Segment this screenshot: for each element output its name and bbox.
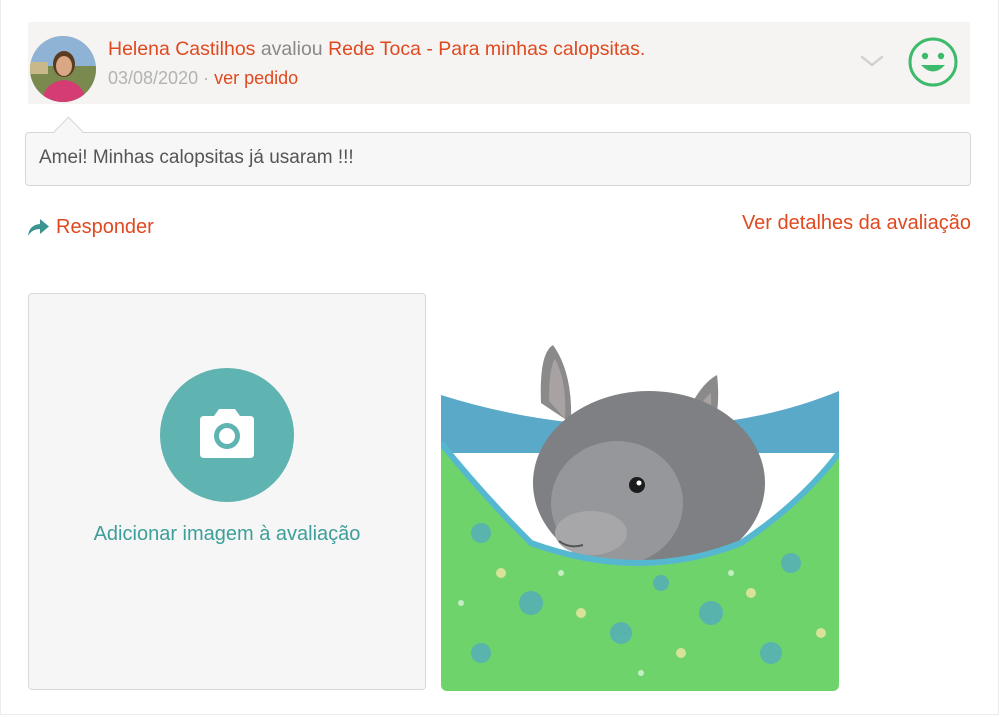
action-word: avaliou xyxy=(255,38,329,60)
add-image-button[interactable]: Adicionar imagem à avaliação xyxy=(28,293,426,690)
reviewer-name[interactable]: Helena Castilhos xyxy=(108,38,255,60)
camera-circle xyxy=(160,368,294,502)
meta-separator: · xyxy=(198,68,215,88)
reply-label: Responder xyxy=(56,216,154,238)
review-title-line: Helena Castilhos avaliou Rede Toca - Par… xyxy=(108,36,645,62)
avatar[interactable] xyxy=(30,36,96,102)
camera-icon xyxy=(200,409,254,458)
review-card: Helena Castilhos avaliou Rede Toca - Par… xyxy=(0,0,1000,717)
review-meta-line: 03/08/2020 · ver pedido xyxy=(108,66,298,90)
reply-arrow-icon xyxy=(28,219,49,236)
comment-bubble: Amei! Minhas calopsitas já usaram !!! xyxy=(25,116,971,186)
chevron-down-icon[interactable] xyxy=(860,52,884,70)
review-date: 03/08/2020 xyxy=(108,68,199,88)
chinchilla-hammock-image xyxy=(441,345,839,691)
review-header: Helena Castilhos avaliou Rede Toca - Par… xyxy=(28,22,970,104)
avatar-image xyxy=(30,36,96,102)
product-link[interactable]: Rede Toca - Para minhas calopsitas. xyxy=(328,38,645,60)
review-photo[interactable] xyxy=(441,333,839,691)
comment-text: Amei! Minhas calopsitas já usaram !!! xyxy=(39,147,354,168)
order-link[interactable]: ver pedido xyxy=(214,68,298,88)
add-image-label: Adicionar imagem à avaliação xyxy=(93,523,361,545)
view-review-details-link[interactable]: Ver detalhes da avaliação xyxy=(742,210,971,236)
happy-smiley-icon xyxy=(907,36,959,88)
reply-button[interactable]: Responder xyxy=(26,214,154,240)
